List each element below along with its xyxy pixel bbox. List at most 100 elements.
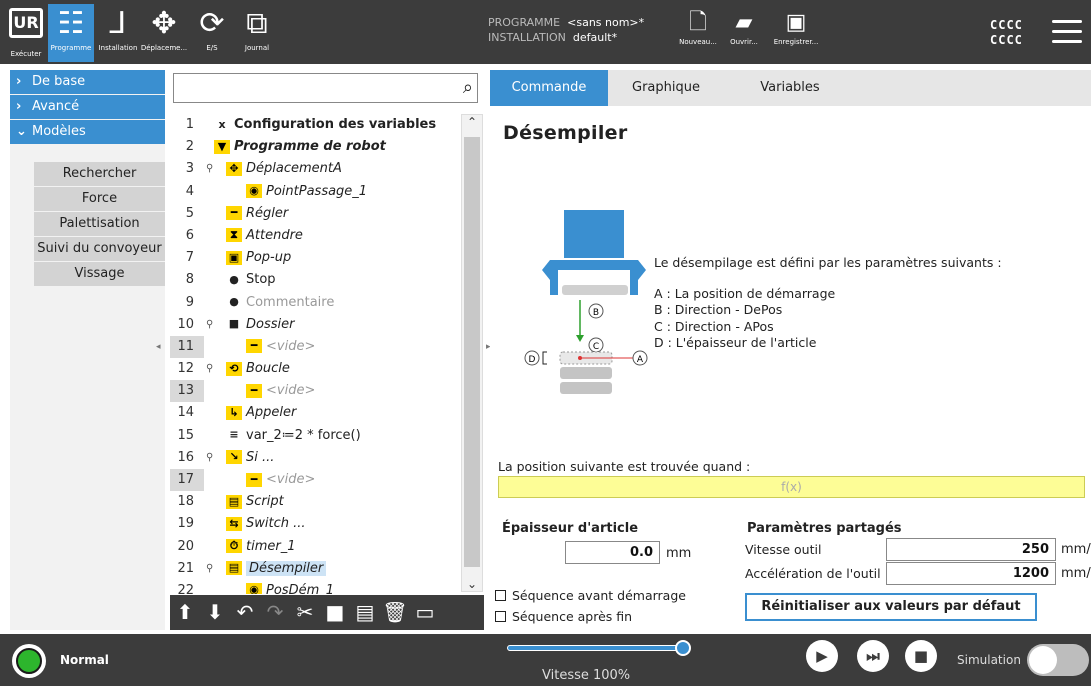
expand-pin-icon[interactable]: ⚲ [206,314,213,336]
tree-row[interactable]: 14 ↳ Appeler [170,402,460,424]
tree-row[interactable]: 6 ⧗ Attendre [170,225,460,247]
tree-row[interactable]: 7 ▣ Pop-up [170,247,460,269]
tree-row[interactable]: 11 ━ <vide> [170,335,460,358]
description-intro: Le désempilage est défini par les paramè… [654,255,1002,270]
tree-row-label: Régler [246,205,289,221]
tree-row[interactable]: 5 ━ Régler [170,203,460,225]
hamburger-menu-icon[interactable] [1052,20,1082,50]
expand-pin-icon[interactable]: ⚲ [206,158,213,180]
move-down-icon[interactable]: ⬇ [200,595,230,630]
simulation-toggle[interactable] [1027,644,1089,676]
nav-program-button[interactable]: ☷ Programme [48,4,94,62]
tool-accel-input[interactable]: 1200 [886,562,1056,585]
open-program-button[interactable]: ▰ Ouvrir... [718,8,770,46]
bottom-bar: Normal Vitesse 100% ▶ ⏭ ■ Simulation [0,634,1091,686]
tree-row[interactable]: 13 ━ <vide> [170,380,460,403]
tree-row[interactable]: 16 ⚲ ↘ Si ... [170,447,460,469]
template-screwdriving[interactable]: Vissage [34,262,165,286]
expression-field[interactable]: f(x) [498,476,1085,498]
description-item-b: B : Direction - DePos [654,302,783,317]
tab-graphics[interactable]: Graphique [616,70,716,106]
suppress-icon[interactable]: ▭ [410,595,440,630]
cut-icon[interactable]: ✂ [290,595,320,630]
tree-row[interactable]: 22 ◉ PosDém_1 [170,580,460,594]
node-type-icon: x [218,117,226,131]
nav-run-button[interactable]: UR Exécuter [6,6,46,60]
tree-search-field[interactable]: ⌕ [173,73,478,103]
tree-search-input[interactable] [178,78,448,98]
move-up-icon[interactable]: ⬆ [170,595,200,630]
nav-installation-button[interactable]: ⅃ Installation [96,4,140,62]
tab-variables[interactable]: Variables [740,70,840,106]
expand-pin-icon[interactable]: ⚲ [206,558,213,580]
description-item-d: D : L'épaisseur de l'article [654,335,817,350]
tree-row[interactable]: 12 ⚲ ⟲ Boucle [170,358,460,380]
save-program-button[interactable]: ▣ Enregistrer... [770,8,822,46]
tree-row[interactable]: 1 x Configuration des variables [170,114,460,136]
seq-after-checkbox[interactable]: Séquence après fin [495,609,632,624]
tree-row[interactable]: 15 ≡ var_2≔2 * force() [170,425,460,447]
tree-row[interactable]: 9 ● Commentaire [170,292,460,314]
tree-row[interactable]: 18 ▤ Script [170,491,460,513]
scroll-up-icon[interactable]: ⌃ [462,115,482,129]
marker-b-label: B [593,308,599,318]
tree-scrollbar[interactable]: ⌃ ⌄ [461,114,483,592]
node-category-panel: › De base › Avancé ⌄ Modèles Rechercher For… [10,70,165,630]
robot-status-button[interactable] [12,644,46,678]
category-templates[interactable]: ⌄ Modèles [10,120,165,144]
nav-move-button[interactable]: ✥ Déplaceme... [140,4,188,62]
scroll-down-icon[interactable]: ⌄ [462,577,482,591]
speed-slider-track[interactable] [507,645,687,651]
tree-row[interactable]: 2 ▼ Programme de robot [170,136,460,158]
template-conveyor-tracking[interactable]: Suivi du convoyeur [34,237,165,261]
delete-icon[interactable]: 🗑 [380,595,410,630]
speed-slider[interactable] [507,640,691,656]
node-type-icon: ⧗ [226,228,242,243]
tree-row[interactable]: 21 ⚲ ▤ Désempiler [170,558,460,580]
speed-slider-knob[interactable] [675,640,691,656]
redo-icon[interactable]: ↷ [260,595,290,630]
checkbox-icon[interactable] [495,611,506,622]
seq-before-checkbox[interactable]: Séquence avant démarrage [495,588,686,603]
collapse-left-panel-icon[interactable]: ◂ [156,342,161,352]
tab-command[interactable]: Commande [490,70,608,106]
node-type-icon: ⇆ [226,516,242,531]
checkbox-icon[interactable] [495,590,506,601]
nav-io-button[interactable]: ⟳ E/S [190,4,234,62]
nav-log-button[interactable]: ⧉ Journal [236,4,278,62]
undo-icon[interactable]: ↶ [230,595,260,630]
tree-row[interactable]: 8 ● Stop [170,269,460,291]
template-force[interactable]: Force [34,187,165,211]
expand-pin-icon[interactable]: ⚲ [206,447,213,469]
nav-log-label: Journal [244,44,270,52]
template-palletizing[interactable]: Palettisation [34,212,165,236]
step-button[interactable]: ⏭ [857,640,889,672]
new-program-button[interactable]: 🗋 Nouveau... [672,8,724,46]
copy-icon[interactable]: ■ [320,595,350,630]
tree-row[interactable]: 17 ━ <vide> [170,469,460,491]
category-advanced[interactable]: › Avancé [10,95,165,119]
stop-button[interactable]: ■ [905,640,937,672]
paste-icon[interactable]: ▤ [350,595,380,630]
template-search[interactable]: Rechercher [34,162,165,186]
play-button[interactable]: ▶ [806,640,838,672]
tree-row[interactable]: 19 ⇆ Switch ... [170,513,460,535]
expand-pin-icon[interactable]: ⚲ [206,358,213,380]
tree-row[interactable]: 3 ⚲ ✥ DéplacementA [170,158,460,180]
thickness-input[interactable]: 0.0 [565,541,660,564]
next-position-label: La position suivante est trouvée quand : [498,459,751,474]
nav-installation-label: Installation [98,44,138,52]
tree-row-number: 8 [185,272,194,288]
simulation-toggle-knob[interactable] [1029,646,1057,674]
tree-row-label: Appeler [246,405,297,421]
node-type-icon: ━ [246,472,262,487]
tree-row[interactable]: 10 ⚲ ■ Dossier [170,314,460,336]
category-basic[interactable]: › De base [10,70,165,94]
node-type-icon: ↳ [226,405,242,420]
search-icon[interactable]: ⌕ [463,77,473,98]
tree-row[interactable]: 4 ◉ PointPassage_1 [170,181,460,203]
tool-speed-input[interactable]: 250 [886,538,1056,561]
reset-defaults-button[interactable]: Réinitialiser aux valeurs par défaut [745,593,1037,621]
tree-row[interactable]: 20 ⏱ timer_1 [170,536,460,558]
scrollbar-thumb[interactable] [464,137,480,567]
